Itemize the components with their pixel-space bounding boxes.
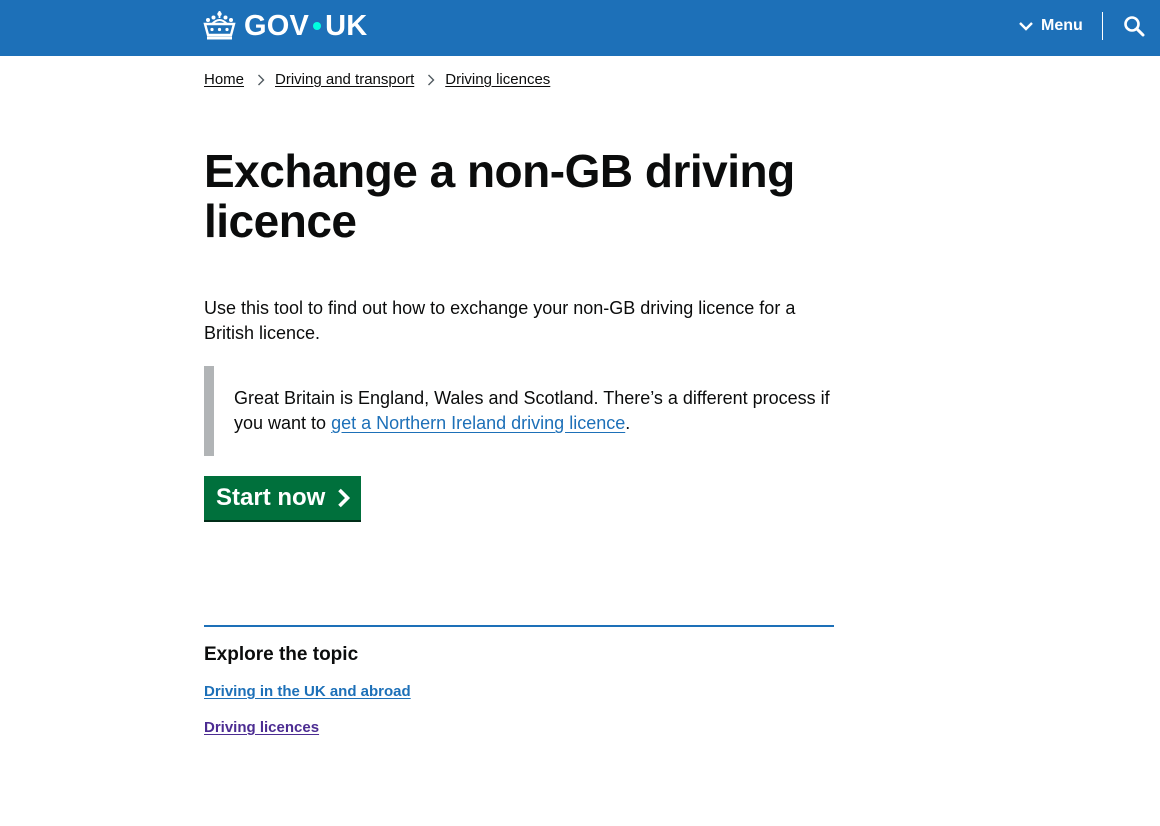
menu-label: Menu bbox=[1041, 17, 1083, 34]
northern-ireland-licence-link[interactable]: get a Northern Ireland driving licence bbox=[331, 413, 625, 433]
arrow-right-icon bbox=[338, 488, 351, 508]
inset-text-after: . bbox=[625, 413, 631, 433]
site-header: GOV UK Menu bbox=[0, 0, 1160, 56]
logo-text-gov: GOV bbox=[244, 9, 310, 42]
chevron-right-icon bbox=[258, 74, 265, 85]
breadcrumb-home[interactable]: Home bbox=[204, 71, 244, 88]
logo-dot bbox=[313, 22, 322, 30]
crown-logo-icon bbox=[203, 11, 236, 40]
search-icon[interactable] bbox=[1122, 14, 1146, 38]
chevron-down-icon bbox=[1019, 22, 1033, 31]
topic-divider bbox=[204, 625, 834, 627]
menu-button[interactable]: Menu bbox=[1018, 14, 1083, 38]
topic-link-driving-uk-abroad[interactable]: Driving in the UK and abroad bbox=[204, 682, 411, 702]
logo-wordmark: GOV UK bbox=[244, 10, 367, 43]
topic-link-driving-licences[interactable]: Driving licences bbox=[204, 718, 319, 738]
lede-paragraph: Use this tool to find out how to exchang… bbox=[204, 298, 796, 343]
start-now-label: Start now bbox=[216, 484, 326, 511]
breadcrumb-driving-and-transport[interactable]: Driving and transport bbox=[275, 71, 414, 88]
explore-topic-heading: Explore the topic bbox=[204, 644, 359, 665]
breadcrumb-driving-licences[interactable]: Driving licences bbox=[445, 71, 550, 88]
header-divider bbox=[1102, 12, 1103, 40]
inset-text-block: Great Britain is England, Wales and Scot… bbox=[204, 366, 844, 456]
govuk-logo-link[interactable]: GOV UK bbox=[203, 8, 367, 44]
start-now-button[interactable]: Start now bbox=[204, 476, 361, 520]
logo-text-uk: UK bbox=[325, 9, 368, 42]
breadcrumb: Home Driving and transport Driving licen… bbox=[204, 71, 550, 88]
chevron-right-icon bbox=[428, 74, 435, 85]
inset-paragraph: Great Britain is England, Wales and Scot… bbox=[234, 386, 834, 436]
page-title: Exchange a non-GB driving licence bbox=[204, 145, 795, 247]
